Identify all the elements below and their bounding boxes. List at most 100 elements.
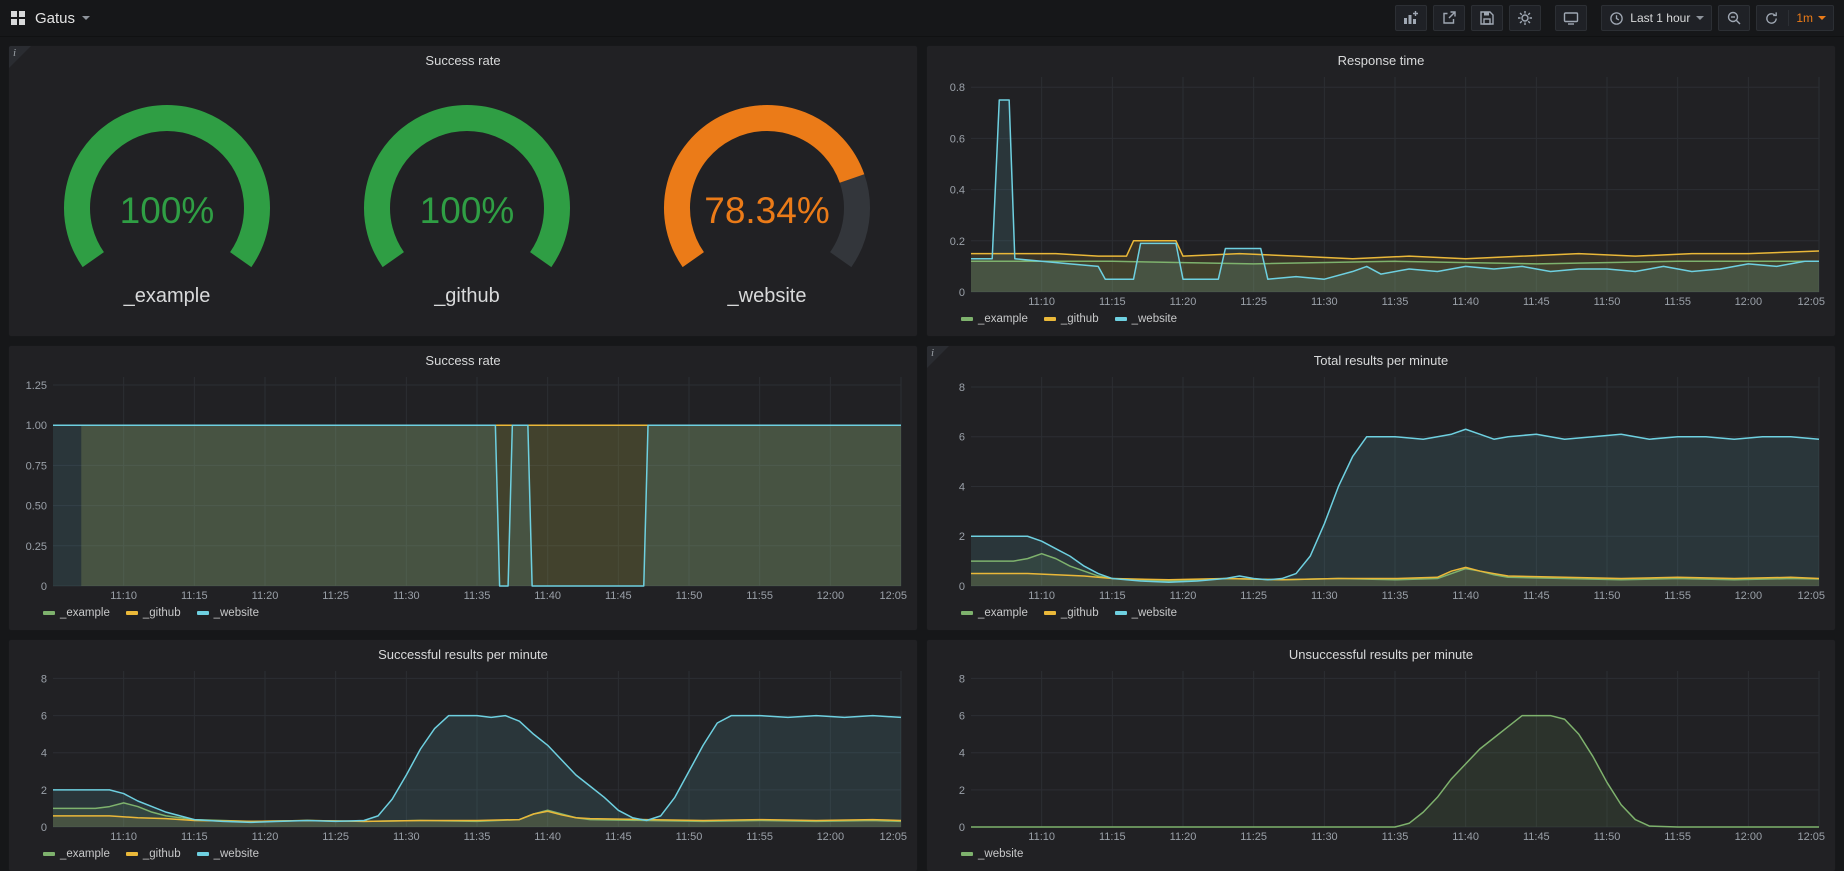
svg-text:11:55: 11:55 (746, 831, 773, 843)
legend-item-_github[interactable]: _github (126, 607, 181, 619)
svg-text:0: 0 (959, 287, 965, 299)
svg-text:12:00: 12:00 (1735, 831, 1763, 843)
svg-text:0: 0 (41, 822, 47, 834)
legend-item-_example[interactable]: _example (961, 607, 1028, 619)
navbar-left: Gatus (10, 10, 90, 27)
refresh-button[interactable]: 1m (1756, 5, 1834, 31)
svg-text:11:40: 11:40 (1452, 831, 1479, 843)
svg-text:6: 6 (959, 711, 965, 723)
svg-text:11:25: 11:25 (1240, 590, 1267, 602)
panel-title[interactable]: Success rate (9, 346, 917, 371)
tv-mode-button[interactable] (1555, 5, 1587, 31)
gauge-svg: 78.34% (617, 96, 917, 301)
legend-item-_website[interactable]: _website (1115, 607, 1177, 619)
legend-item-_github[interactable]: _github (126, 848, 181, 860)
legend-color-swatch (1115, 611, 1127, 615)
svg-text:2: 2 (41, 785, 47, 797)
legend-color-swatch (197, 852, 209, 856)
legend-label: _website (214, 848, 259, 860)
navbar-right: Last 1 hour 1m (1381, 5, 1834, 31)
refresh-interval-picker[interactable]: 1m (1788, 10, 1826, 26)
panel-title[interactable]: Unsuccessful results per minute (927, 640, 1835, 665)
svg-text:11:15: 11:15 (1099, 296, 1126, 308)
success-rate-chart[interactable]: 00.250.500.751.001.2511:1011:1511:2011:2… (17, 371, 909, 603)
legend-color-swatch (1044, 611, 1056, 615)
legend-label: _example (978, 313, 1028, 325)
svg-text:0.8: 0.8 (950, 82, 965, 94)
svg-text:11:35: 11:35 (1382, 296, 1409, 308)
total-results-chart[interactable]: 0246811:1011:1511:2011:2511:3011:3511:40… (935, 371, 1827, 603)
svg-text:11:25: 11:25 (1240, 831, 1267, 843)
gauge-label: _github (434, 285, 500, 308)
add-panel-button[interactable] (1395, 5, 1427, 31)
svg-text:11:15: 11:15 (181, 831, 208, 843)
svg-text:11:45: 11:45 (1523, 590, 1550, 602)
svg-text:11:15: 11:15 (1099, 590, 1126, 602)
svg-text:0.25: 0.25 (26, 541, 47, 553)
svg-text:11:50: 11:50 (676, 590, 703, 602)
legend-label: _github (143, 607, 181, 619)
dashboard-grid: i Success rate 100%_example100%_github78… (0, 37, 1844, 871)
legend-item-_github[interactable]: _github (1044, 313, 1099, 325)
unsuccessful-results-chart[interactable]: 0246811:1011:1511:2011:2511:3011:3511:40… (935, 665, 1827, 844)
navbar: Gatus Last 1 ho (0, 0, 1844, 37)
tv-mode-icon (1563, 10, 1579, 26)
zoom-out-button[interactable] (1718, 5, 1750, 31)
gauge-svg: 100% (17, 96, 317, 301)
legend-label: _github (1061, 313, 1099, 325)
legend-color-swatch (961, 852, 973, 856)
chart-legend: _website (935, 844, 1827, 867)
svg-text:11:50: 11:50 (676, 831, 703, 843)
panel-title[interactable]: Response time (927, 46, 1835, 71)
legend-item-_website[interactable]: _website (961, 848, 1023, 860)
chart-svg: 0246811:1011:1511:2011:2511:3011:3511:40… (935, 371, 1827, 603)
panel-info-icon[interactable]: i (9, 46, 31, 68)
svg-text:6: 6 (41, 711, 47, 723)
svg-text:11:10: 11:10 (1028, 590, 1055, 602)
gauge-_website: 78.34%_website (617, 96, 917, 308)
dashboard-title-button[interactable]: Gatus (35, 10, 90, 27)
svg-text:11:40: 11:40 (1452, 296, 1479, 308)
legend-label: _github (143, 848, 181, 860)
svg-text:8: 8 (959, 673, 965, 685)
svg-text:11:35: 11:35 (1382, 590, 1409, 602)
svg-text:11:15: 11:15 (1099, 831, 1126, 843)
svg-text:2: 2 (959, 531, 965, 543)
svg-text:11:45: 11:45 (605, 831, 632, 843)
dashboards-grid-icon[interactable] (10, 10, 26, 26)
svg-text:11:30: 11:30 (393, 590, 420, 602)
share-button[interactable] (1433, 5, 1465, 31)
legend-item-_example[interactable]: _example (43, 848, 110, 860)
legend-item-_website[interactable]: _website (1115, 313, 1177, 325)
svg-text:0.50: 0.50 (26, 501, 47, 513)
legend-item-_example[interactable]: _example (43, 607, 110, 619)
legend-label: _example (60, 848, 110, 860)
chart-legend: _example _github _website (17, 603, 909, 626)
legend-color-swatch (197, 611, 209, 615)
svg-text:8: 8 (959, 382, 965, 394)
legend-item-_example[interactable]: _example (961, 313, 1028, 325)
svg-text:11:40: 11:40 (534, 590, 561, 602)
panel-successful-results: Successful results per minute 0246811:10… (8, 639, 918, 871)
legend-item-_website[interactable]: _website (197, 848, 259, 860)
svg-text:0: 0 (959, 822, 965, 834)
legend-item-_github[interactable]: _github (1044, 607, 1099, 619)
svg-text:2: 2 (959, 785, 965, 797)
svg-text:12:00: 12:00 (817, 590, 845, 602)
save-button[interactable] (1471, 5, 1503, 31)
chart-svg: 00.20.40.60.811:1011:1511:2011:2511:3011… (935, 71, 1827, 309)
svg-text:11:45: 11:45 (1523, 831, 1550, 843)
response-time-chart[interactable]: 00.20.40.60.811:1011:1511:2011:2511:3011… (935, 71, 1827, 309)
time-controls-group: Last 1 hour 1m (1601, 5, 1834, 31)
panel-info-icon[interactable]: i (927, 346, 949, 368)
panel-actions-group (1395, 5, 1541, 31)
svg-text:11:50: 11:50 (1594, 590, 1621, 602)
settings-button[interactable] (1509, 5, 1541, 31)
panel-title[interactable]: Successful results per minute (9, 640, 917, 665)
panel-title[interactable]: Success rate (9, 46, 917, 71)
svg-text:0: 0 (41, 581, 47, 593)
panel-title[interactable]: Total results per minute (927, 346, 1835, 371)
successful-results-chart[interactable]: 0246811:1011:1511:2011:2511:3011:3511:40… (17, 665, 909, 844)
legend-item-_website[interactable]: _website (197, 607, 259, 619)
time-range-picker[interactable]: Last 1 hour (1601, 5, 1712, 31)
